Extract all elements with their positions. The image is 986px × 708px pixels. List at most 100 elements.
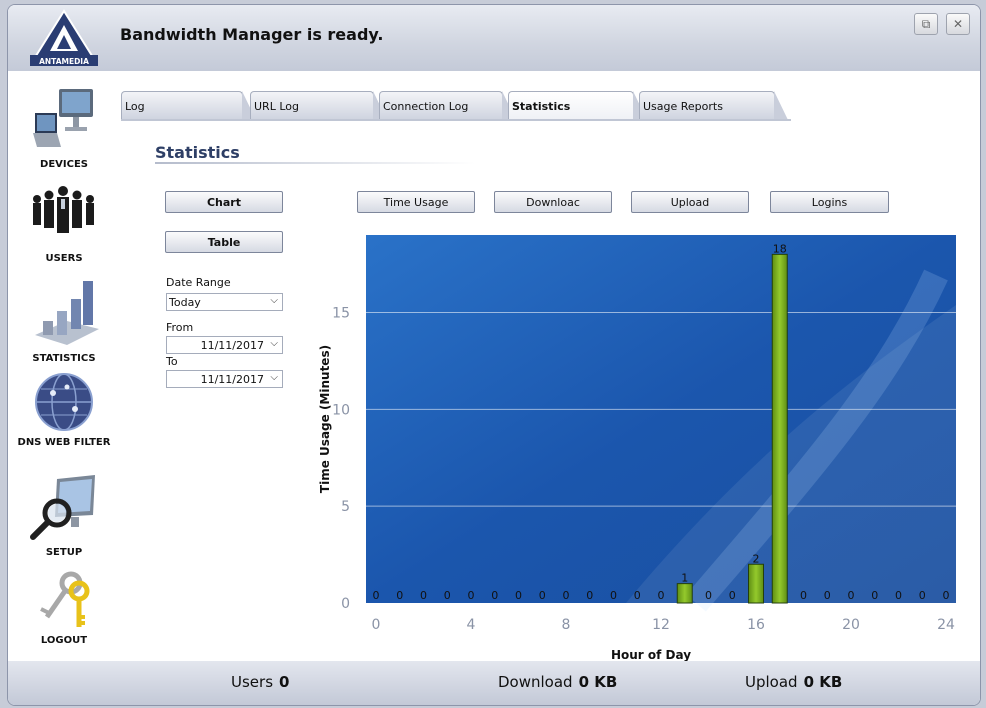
sidebar-item-dns-web-filter[interactable]: DNS WEB FILTER <box>10 371 118 448</box>
date-range-label: Date Range <box>166 276 231 289</box>
bar <box>748 563 764 604</box>
bar-chart-icon <box>35 281 99 345</box>
tab-label: Statistics <box>512 100 571 113</box>
tab-statistics[interactable]: Statistics <box>508 91 647 121</box>
time-usage-button[interactable]: Time Usage <box>357 191 475 213</box>
time-usage-chart: 0510150 4 8 12 16 20 240 0 0 0 0 0 0 0 0 0 0 0 010 02180 0 0 0… <box>318 235 956 662</box>
magnifier-monitor-icon <box>30 475 95 540</box>
data-label: 0 <box>586 589 593 602</box>
sidebar-item-users[interactable]: USERS <box>10 181 118 264</box>
tab-url-log[interactable]: URL Log <box>250 91 387 120</box>
x-tick-label: 20 <box>842 617 860 633</box>
date-range-value: Today <box>169 296 201 309</box>
data-label: 0 <box>610 589 617 602</box>
computer-icon <box>33 89 93 147</box>
chevron-down-icon: ⌵ <box>270 372 278 383</box>
data-label: 0 <box>705 589 712 602</box>
tab-divider <box>121 119 791 121</box>
tab-usage-reports[interactable]: Usage Reports <box>639 91 788 120</box>
from-date-value: 11/11/2017 <box>200 339 264 352</box>
data-label: 0 <box>895 589 902 602</box>
x-axis-label: Hour of Day <box>611 648 691 662</box>
sidebar-item-statistics[interactable]: STATISTICS <box>10 277 118 364</box>
title-underline <box>155 162 475 164</box>
download-stat: Download 0 KB <box>498 673 617 691</box>
people-icon <box>33 186 94 233</box>
to-date-picker[interactable]: 11/11/2017 ⌵ <box>166 370 283 388</box>
data-label: 0 <box>634 589 641 602</box>
sidebar-item-label: STATISTICS <box>32 353 96 364</box>
sidebar-item-logout[interactable]: LOGOUT <box>10 571 118 646</box>
sidebar-item-label: USERS <box>45 253 83 264</box>
tab-strip: Log URL Log Connection Log Statistics Us… <box>121 91 801 121</box>
chevron-down-icon: ⌵ <box>270 295 278 306</box>
data-label: 0 <box>943 589 950 602</box>
data-label: 18 <box>773 242 787 255</box>
upload-stat: Upload 0 KB <box>745 673 842 691</box>
sidebar-item-devices[interactable]: DEVICES <box>10 83 118 170</box>
chart-button[interactable]: Chart <box>165 191 283 213</box>
x-tick-label: 4 <box>467 617 476 633</box>
sidebar-item-label: SETUP <box>45 547 83 558</box>
restore-button[interactable]: ⧉ <box>914 13 938 35</box>
tab-label: Log <box>125 100 145 113</box>
from-date-picker[interactable]: 11/11/2017 ⌵ <box>166 336 283 354</box>
sidebar-item-label: DNS WEB FILTER <box>17 437 111 448</box>
sidebar-item-setup[interactable]: SETUP <box>10 473 118 558</box>
data-label: 0 <box>515 589 522 602</box>
data-label: 0 <box>420 589 427 602</box>
users-value: 0 <box>279 673 290 691</box>
title-bar: ANTAMEDIA Bandwidth Manager is ready. ⧉ … <box>8 5 980 71</box>
x-tick-label: 0 <box>372 617 381 633</box>
to-label: To <box>166 355 178 368</box>
data-label: 0 <box>563 589 570 602</box>
users-label: Users <box>231 673 274 691</box>
from-label: From <box>166 321 194 334</box>
download-value: 0 KB <box>578 673 618 691</box>
data-label: 0 <box>824 589 831 602</box>
x-tick-label: 12 <box>652 617 670 633</box>
upload-value: 0 KB <box>803 673 843 691</box>
restore-icon: ⧉ <box>921 16 931 31</box>
tab-log[interactable]: Log <box>121 91 256 120</box>
table-button[interactable]: Table <box>165 231 283 253</box>
data-label: 2 <box>753 552 760 565</box>
data-label: 0 <box>373 589 380 602</box>
x-tick-label: 24 <box>937 617 955 633</box>
tab-label: URL Log <box>254 100 299 113</box>
data-label: 0 <box>800 589 807 602</box>
antamedia-logo: ANTAMEDIA <box>30 9 98 66</box>
logins-button[interactable]: Logins <box>770 191 889 213</box>
data-label: 0 <box>871 589 878 602</box>
y-tick-label: 0 <box>341 596 350 612</box>
tab-connection-log[interactable]: Connection Log <box>379 91 516 120</box>
x-tick-label: 16 <box>747 617 765 633</box>
upload-button[interactable]: Upload <box>631 191 749 213</box>
data-label: 0 <box>848 589 855 602</box>
status-bar: Users 0 Download 0 KB Upload 0 KB <box>8 661 980 705</box>
data-label: 0 <box>491 589 498 602</box>
tab-label: Connection Log <box>383 100 469 113</box>
close-button[interactable]: ✕ <box>946 13 970 35</box>
app-window: ANTAMEDIA Bandwidth Manager is ready. ⧉ … <box>7 4 981 706</box>
users-stat: Users 0 <box>231 673 289 691</box>
y-tick-label: 15 <box>332 305 350 321</box>
data-label: 0 <box>468 589 475 602</box>
sidebar-item-label: DEVICES <box>40 159 88 170</box>
status-title: Bandwidth Manager is ready. <box>120 25 384 44</box>
close-icon: ✕ <box>952 17 964 31</box>
to-date-value: 11/11/2017 <box>200 373 264 386</box>
data-label: 0 <box>658 589 665 602</box>
data-label: 0 <box>729 589 736 602</box>
keys-icon <box>40 571 90 627</box>
chevron-down-icon: ⌵ <box>270 338 278 349</box>
data-label: 0 <box>396 589 403 602</box>
upload-label: Upload <box>745 673 798 691</box>
sidebar: DEVICES USERS STATISTICS DNS WEB FILTER … <box>8 71 120 659</box>
page-title: Statistics <box>155 143 240 162</box>
y-axis-label: Time Usage (Minutes) <box>318 345 332 493</box>
date-range-select[interactable]: Today ⌵ <box>166 293 283 311</box>
download-button[interactable]: Downloac <box>494 191 612 213</box>
data-label: 0 <box>539 589 546 602</box>
tab-label: Usage Reports <box>643 100 723 113</box>
